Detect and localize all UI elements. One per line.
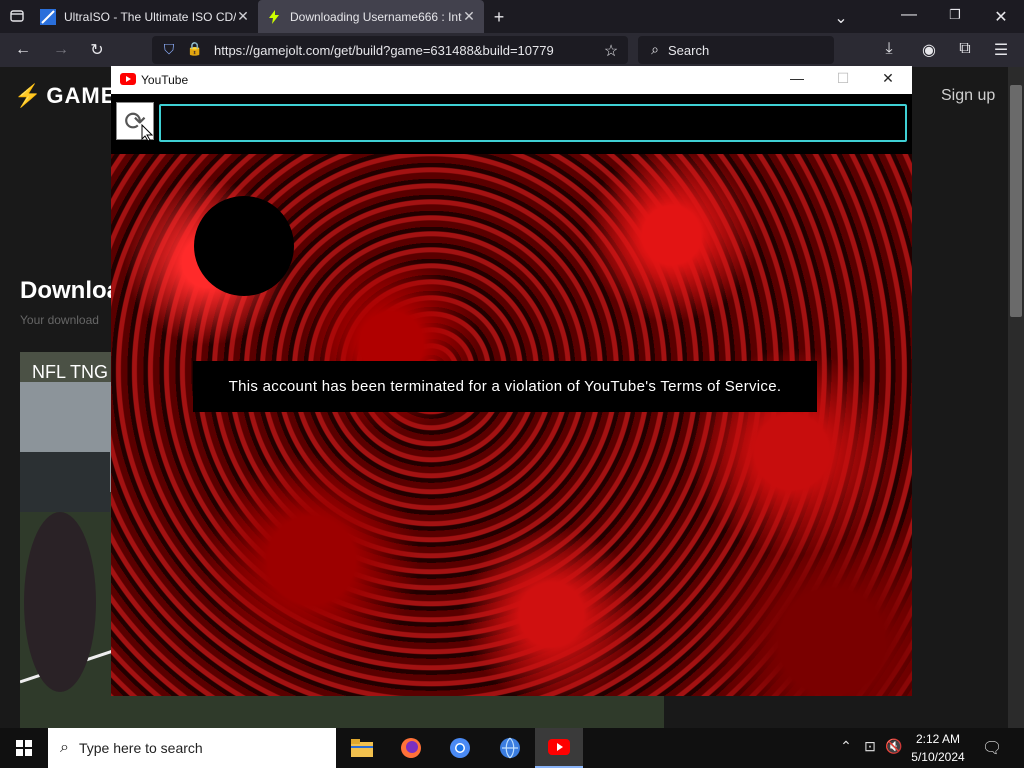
url-text[interactable]: https://gamejolt.com/get/build?game=6314… (214, 43, 554, 58)
chevron-down-icon[interactable]: ⌄ (828, 8, 854, 28)
popup-close-button[interactable]: ✕ (873, 70, 903, 87)
firefox-icon (401, 738, 421, 758)
mouse-cursor-icon (141, 123, 154, 147)
restore-window-icon[interactable]: ❐ (942, 7, 968, 23)
shield-icon[interactable]: ⛉ (156, 41, 182, 58)
taskbar-search-box[interactable]: ⌕ Type here to search (48, 728, 336, 768)
tab-gamejolt-download[interactable]: Downloading Username666 : Int ✕ (258, 0, 484, 33)
tab-title: Downloading Username666 : Int (290, 9, 462, 24)
popup-title: YouTube (141, 73, 189, 87)
url-bar[interactable]: ⛉ 🔒 https://gamejolt.com/get/build?game=… (152, 36, 628, 64)
youtube-logo-icon (548, 739, 570, 755)
edge-button[interactable] (486, 728, 534, 768)
chevron-up-icon[interactable]: ⌃ (836, 738, 856, 755)
close-tab-icon[interactable]: ✕ (462, 8, 476, 25)
minimize-window-icon[interactable]: — (896, 6, 922, 24)
youtube-taskbar-button[interactable] (535, 728, 583, 768)
extensions-icon[interactable]: ⧉ (952, 40, 978, 58)
start-button[interactable] (0, 728, 48, 768)
termination-message: This account has been terminated for a v… (193, 361, 817, 412)
new-tab-button[interactable]: + (486, 7, 512, 28)
popup-titlebar[interactable]: YouTube — ☐ ✕ (111, 66, 912, 94)
close-tab-icon[interactable]: ✕ (236, 8, 250, 25)
channel-avatar (194, 196, 294, 296)
windows-taskbar: ⌕ Type here to search ⌃ ⊡ 🔇 2:12 AM 5/10… (0, 728, 1024, 768)
menu-icon[interactable]: ☰ (988, 40, 1014, 60)
search-icon: ⌕ (651, 41, 659, 57)
tab-ultraiso[interactable]: UltraISO - The Ultimate ISO CD/ ✕ (32, 0, 258, 33)
close-window-icon[interactable]: ✕ (988, 7, 1014, 27)
download-heading: Downloa (20, 277, 120, 304)
file-explorer-button[interactable] (338, 728, 386, 768)
popup-maximize-button[interactable]: ☐ (828, 70, 858, 87)
download-subtext: Your download (20, 313, 99, 327)
search-input[interactable]: ⌕ Search (638, 36, 834, 64)
logo-text: GAME (46, 83, 117, 108)
volume-muted-icon[interactable]: 🔇 (884, 738, 904, 755)
search-placeholder: Search (668, 43, 710, 58)
game-card-title: NFL TNG (32, 362, 109, 382)
globe-icon (500, 737, 520, 759)
gamejolt-favicon-icon (269, 9, 279, 24)
popup-minimize-button[interactable]: — (782, 70, 812, 86)
scrollbar-thumb[interactable] (1010, 85, 1022, 317)
tab-list-icon[interactable] (4, 8, 30, 29)
address-progress-bar[interactable] (159, 104, 907, 142)
signup-link[interactable]: Sign up (941, 87, 995, 105)
account-icon[interactable]: ◉ (916, 40, 942, 60)
popup-toolbar: ⟳ (111, 94, 912, 150)
taskbar-search-placeholder: Type here to search (78, 740, 203, 756)
downloads-icon[interactable]: ⤓ (876, 40, 902, 58)
chrome-icon (450, 738, 470, 758)
clock-time[interactable]: 2:12 AM (912, 732, 964, 746)
tab-title: UltraISO - The Ultimate ISO CD/ (64, 9, 236, 24)
bookmark-star-icon[interactable]: ☆ (598, 41, 624, 61)
notifications-icon[interactable]: 🗨 (982, 738, 1002, 758)
ultraiso-favicon-icon (40, 8, 56, 25)
browser-tab-bar: UltraISO - The Ultimate ISO CD/ ✕ Downlo… (0, 0, 1024, 33)
chrome-button[interactable] (436, 728, 484, 768)
terminated-channel-background: This account has been terminated for a v… (111, 154, 912, 696)
bolt-icon: ⚡ (14, 83, 43, 108)
page-scrollbar[interactable] (1008, 67, 1024, 728)
windows-logo-icon (16, 740, 32, 756)
clock-date[interactable]: 5/10/2024 (908, 750, 968, 764)
gamejolt-logo[interactable]: ⚡ GAME (14, 83, 116, 109)
forward-arrow-icon[interactable]: → (48, 41, 74, 59)
youtube-popup-window: YouTube — ☐ ✕ ⟳ This account has been te… (111, 66, 912, 696)
firefox-button[interactable] (387, 728, 435, 768)
folder-icon (351, 739, 373, 757)
lock-icon[interactable]: 🔒 (182, 41, 208, 57)
search-icon: ⌕ (60, 739, 69, 756)
reload-icon[interactable]: ↻ (84, 40, 110, 60)
network-icon[interactable]: ⊡ (860, 738, 880, 755)
youtube-logo-icon (120, 73, 136, 85)
back-arrow-icon[interactable]: ← (10, 41, 36, 59)
